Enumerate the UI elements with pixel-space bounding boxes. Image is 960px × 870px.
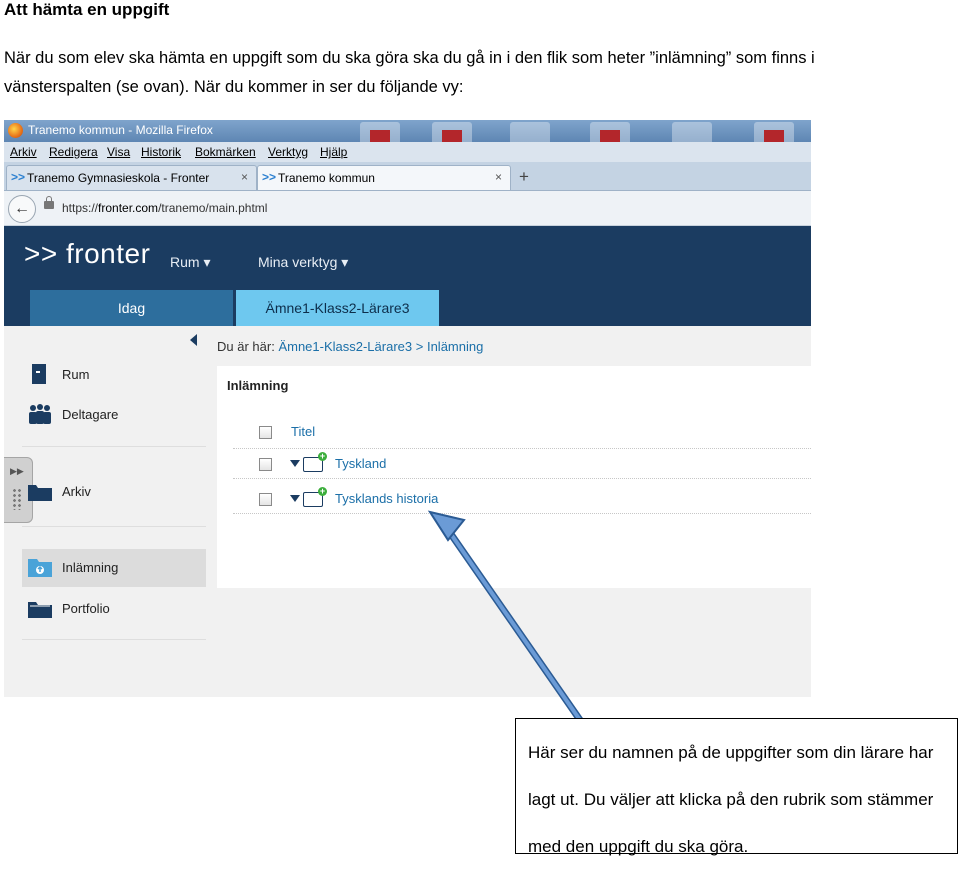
callout-box: Här ser du namnen på de uppgifter som di…: [515, 718, 958, 856]
callout-text: Här ser du namnen på de uppgifter som di…: [528, 743, 934, 856]
